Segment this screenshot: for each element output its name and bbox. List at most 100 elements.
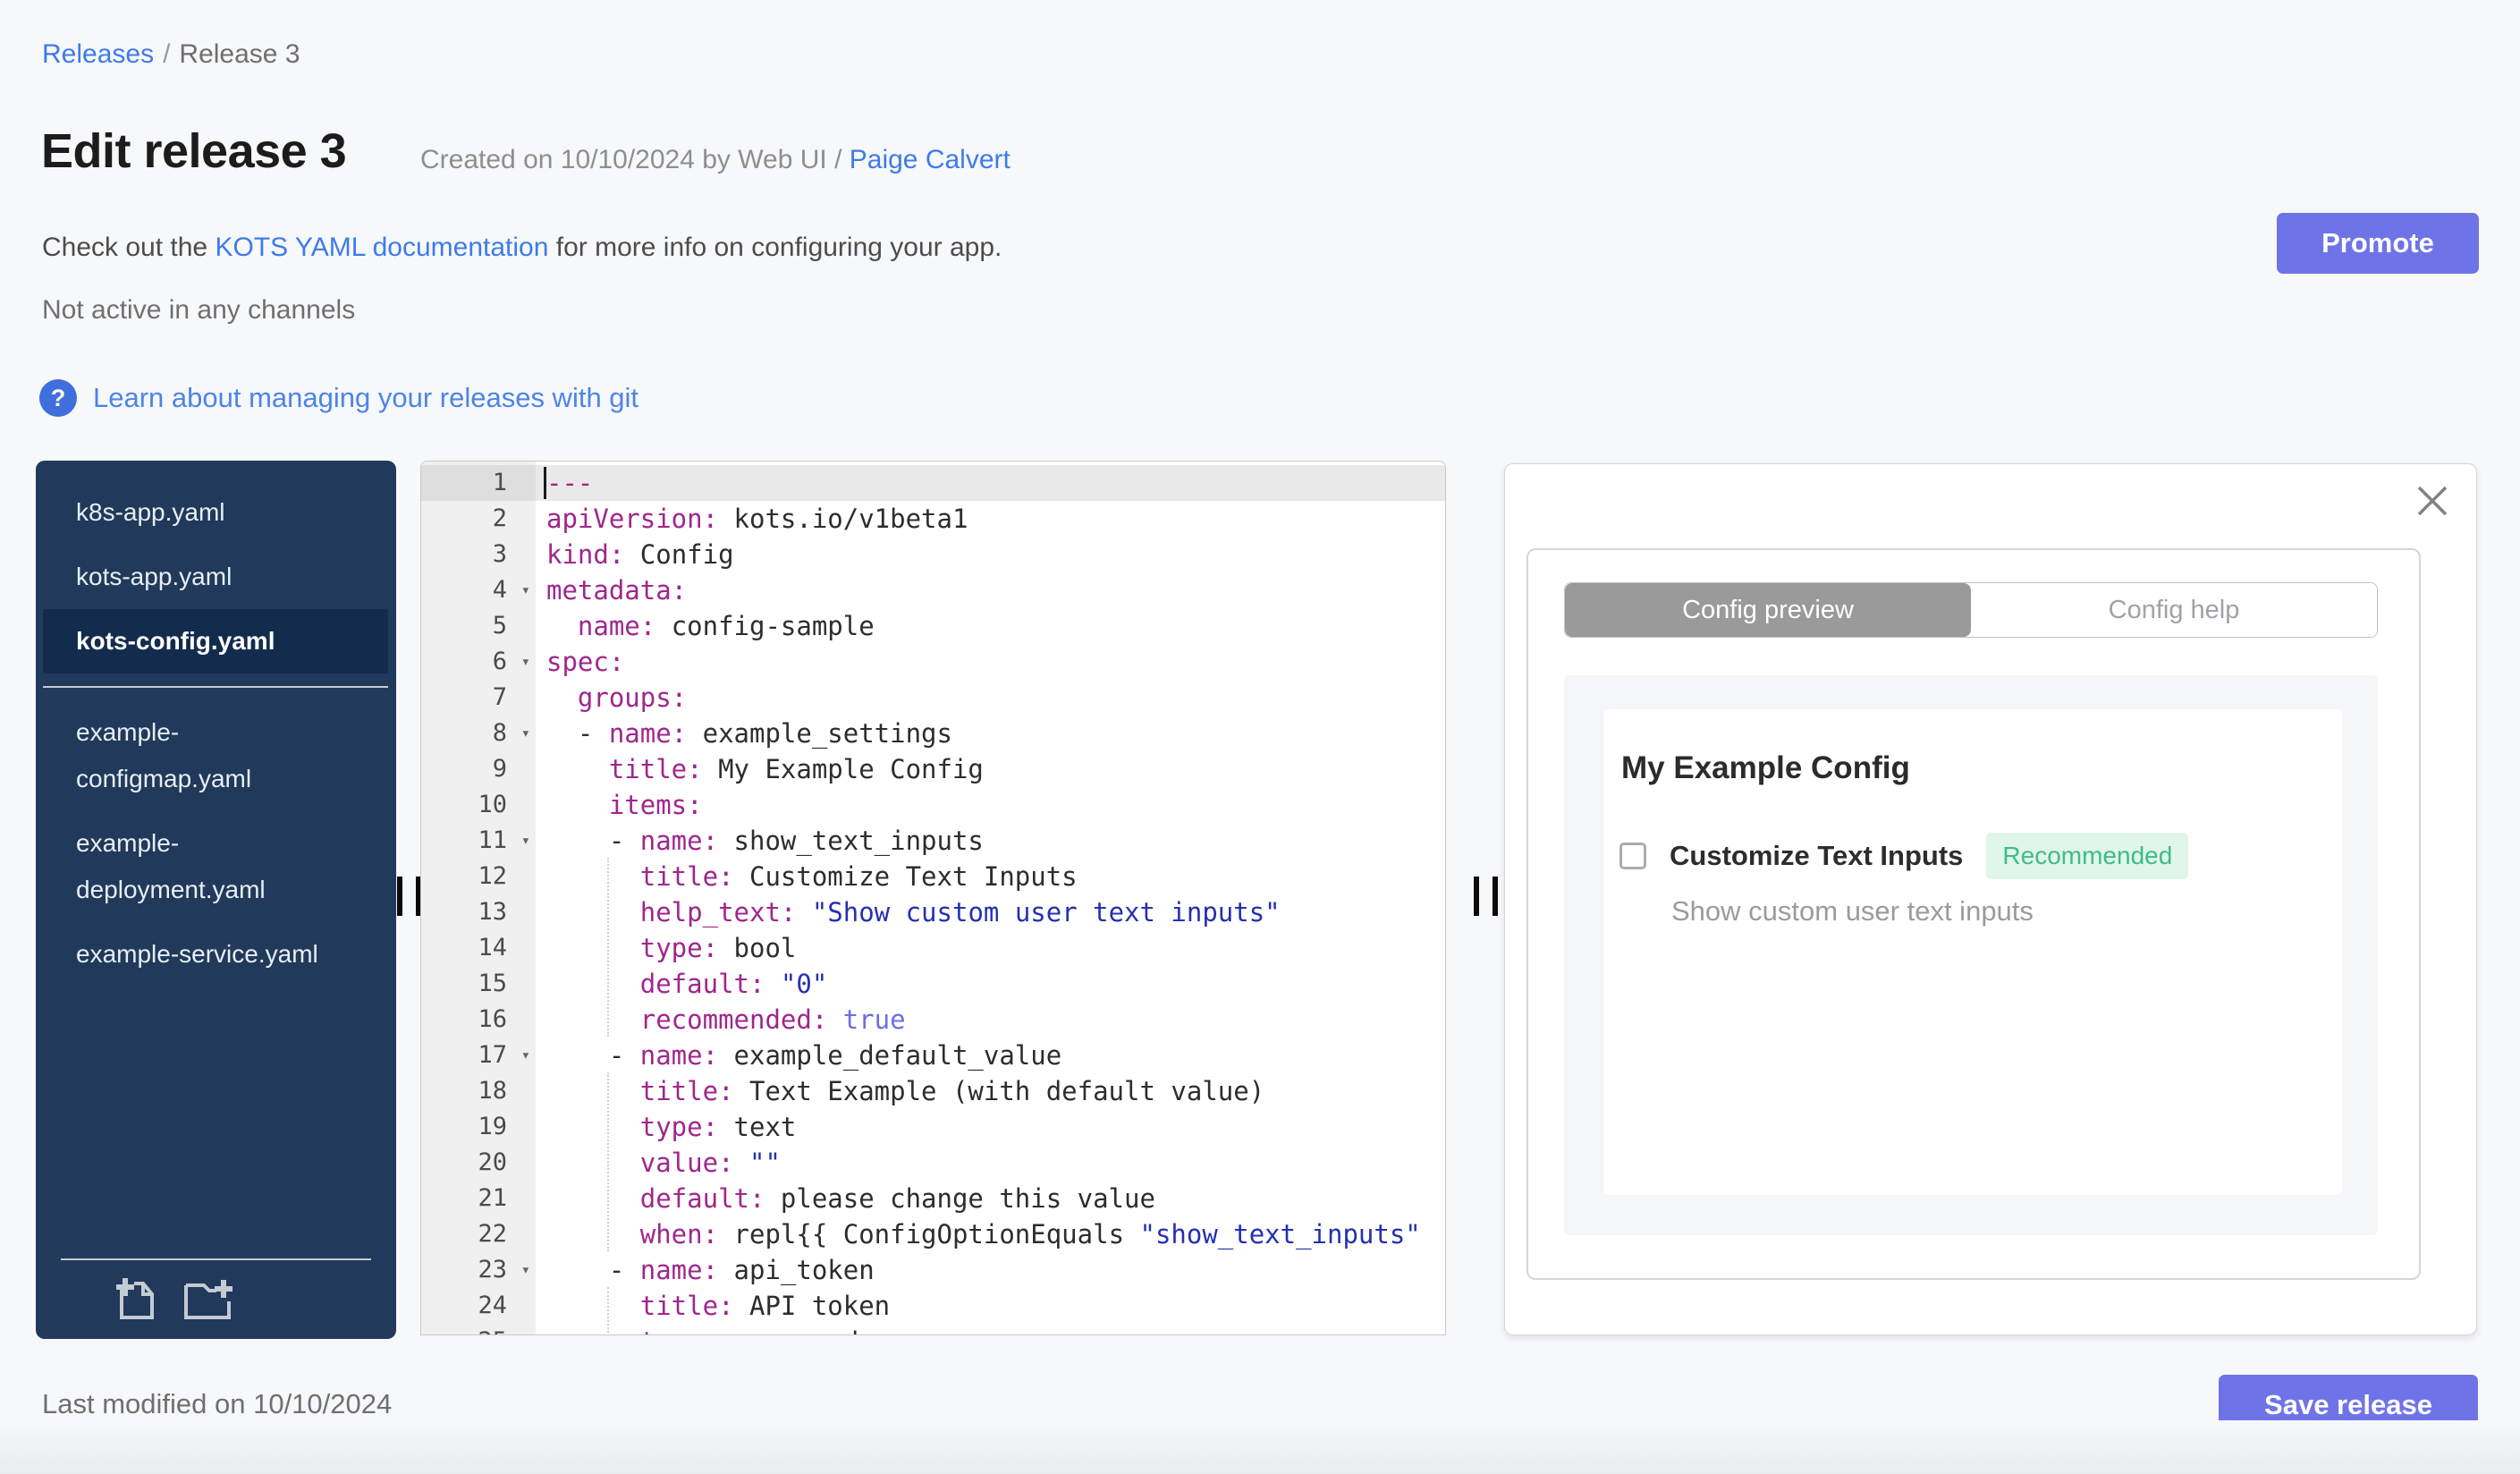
line-number: 1	[421, 465, 536, 501]
code-line-13[interactable]: help_text: "Show custom user text inputs…	[536, 894, 1445, 930]
fold-toggle-icon[interactable]: ▾	[521, 823, 530, 859]
editor-gutter: 1 2 3 4 ▾ 5 6 ▾ 7 8 ▾ 9 10 11 ▾ 12 13 14 15 16 17 ▾ 18 19 20 21 22…	[421, 462, 536, 1334]
code-line-2[interactable]: apiVersion: kots.io/v1beta1	[536, 501, 1445, 537]
code-line-16[interactable]: recommended: true	[536, 1002, 1445, 1038]
code-line-14[interactable]: type: bool	[536, 930, 1445, 966]
config-group-title: My Example Config	[1621, 750, 1910, 785]
pane-resize-handle-left[interactable]	[397, 877, 421, 916]
release-editor-page: Releases / Release 3 Edit release 3 Create…	[0, 0, 2520, 1474]
line-number: 17 ▾	[421, 1038, 536, 1073]
yaml-code-editor[interactable]: 1 2 3 4 ▾ 5 6 ▾ 7 8 ▾ 9 10 11 ▾ 12 13 14 15 16 17 ▾ 18 19 20 21 22…	[420, 461, 1446, 1335]
kots-yaml-docs-link[interactable]: KOTS YAML documentation	[215, 233, 548, 262]
code-line-24[interactable]: title: API token	[536, 1288, 1445, 1324]
code-line-8[interactable]: - name: example_settings	[536, 716, 1445, 751]
breadcrumb-releases-link[interactable]: Releases	[42, 39, 154, 69]
release-meta-text: Created on 10/10/2024 by Web UI /	[420, 145, 850, 174]
line-number: 13	[478, 898, 507, 926]
config-preview-area: My Example Config Customize Text Inputs …	[1564, 675, 2378, 1235]
pane-resize-handle-right[interactable]	[1474, 877, 1498, 916]
config-item-title: Customize Text Inputs	[1670, 840, 1964, 871]
code-line-23[interactable]: - name: api_token	[536, 1252, 1445, 1288]
code-line-1[interactable]: ---	[536, 465, 1445, 501]
line-number: 15	[478, 970, 507, 997]
code-line-6[interactable]: spec:	[536, 644, 1445, 680]
breadcrumb-current: Release 3	[179, 39, 300, 69]
code-line-11[interactable]: - name: show_text_inputs	[536, 823, 1445, 859]
code-line-4[interactable]: metadata:	[536, 572, 1445, 608]
line-number: 12	[478, 862, 507, 890]
gutter-rows: 1 2 3 4 ▾ 5 6 ▾ 7 8 ▾ 9 10 11 ▾ 12 13 14 15 16 17 ▾ 18 19 20 21 22…	[421, 462, 536, 1334]
doc-note-prefix: Check out the	[42, 233, 216, 262]
code-line-7[interactable]: groups:	[536, 680, 1445, 716]
line-number: 19	[478, 1113, 507, 1140]
line-number: 8 ▾	[421, 716, 536, 751]
line-number: 23 ▾	[421, 1252, 536, 1288]
line-number: 2	[492, 504, 507, 532]
file-sidebar: k8s-app.yaml kots-app.yaml kots-config.yam…	[36, 461, 396, 1339]
file-list: k8s-app.yaml kots-app.yaml kots-config.yam…	[36, 480, 396, 987]
new-folder-icon[interactable]	[182, 1275, 236, 1321]
tab-config-help[interactable]: Config help	[1971, 583, 2377, 637]
file-item-k8s-app.yaml[interactable]: k8s-app.yaml	[36, 480, 396, 545]
breadcrumb: Releases / Release 3	[42, 39, 300, 70]
code-line-15[interactable]: default: "0"	[536, 966, 1445, 1002]
file-item-kots-app.yaml[interactable]: kots-app.yaml	[36, 545, 396, 609]
line-number: 24	[478, 1292, 507, 1319]
code-line-3[interactable]: kind: Config	[536, 537, 1445, 572]
line-number: 25	[421, 1324, 536, 1334]
customize-text-inputs-checkbox[interactable]	[1619, 843, 1646, 869]
code-line-19[interactable]: type: text	[536, 1109, 1445, 1145]
code-line-9[interactable]: title: My Example Config	[536, 751, 1445, 787]
code-line-17[interactable]: - name: example_default_value	[536, 1038, 1445, 1073]
line-number: 14	[478, 934, 507, 961]
tab-config-preview[interactable]: Config preview	[1565, 583, 1971, 637]
file-item-example-service.yaml[interactable]: example-service.yaml	[36, 922, 396, 987]
recommended-badge: Recommended	[1986, 833, 2189, 879]
line-number: 10	[478, 791, 507, 818]
release-meta: Created on 10/10/2024 by Web UI / Paige …	[420, 145, 1011, 175]
last-modified-text: Last modified on 10/10/2024	[42, 1388, 393, 1419]
line-number: 11 ▾	[421, 823, 536, 859]
close-icon[interactable]	[2412, 480, 2453, 521]
promote-button[interactable]: Promote	[2277, 213, 2479, 274]
doc-note-suffix: for more info on configuring your app.	[548, 233, 1002, 262]
code-line-5[interactable]: name: config-sample	[536, 608, 1445, 644]
text-cursor	[544, 467, 546, 499]
config-tabs: Config preview Config help	[1564, 582, 2378, 638]
file-item-kots-config.yaml[interactable]: kots-config.yaml	[43, 609, 388, 673]
line-number: 22	[478, 1220, 507, 1248]
fold-toggle-icon[interactable]: ▾	[521, 1252, 530, 1288]
file-list-divider	[43, 686, 388, 688]
file-item-example-deployment.yaml[interactable]: example-deployment.yaml	[36, 811, 396, 922]
line-number: 16	[478, 1005, 507, 1033]
code-line-10[interactable]: items:	[536, 787, 1445, 823]
line-number: 6 ▾	[421, 644, 536, 680]
author-link[interactable]: Paige Calvert	[850, 145, 1011, 174]
line-number: 18	[478, 1077, 507, 1105]
code-line-21[interactable]: default: please change this value	[536, 1181, 1445, 1216]
line-number: 20	[478, 1148, 507, 1176]
config-item-help-text: Show custom user text inputs	[1671, 895, 2034, 927]
fold-toggle-icon[interactable]: ▾	[521, 1038, 530, 1073]
documentation-note: Check out the KOTS YAML documentation fo…	[42, 233, 1002, 263]
file-item-example-configmap.yaml[interactable]: example-configmap.yaml	[36, 700, 396, 811]
git-releases-link[interactable]: Learn about managing your releases with …	[93, 382, 638, 414]
git-releases-help[interactable]: ? Learn about managing your releases wit…	[39, 379, 638, 417]
code-line-25[interactable]: type: password	[536, 1324, 1445, 1334]
code-line-22[interactable]: when: repl{{ ConfigOptionEquals "show_te…	[536, 1216, 1445, 1252]
code-line-12[interactable]: title: Customize Text Inputs	[536, 859, 1445, 894]
sidebar-footer	[36, 1258, 396, 1339]
fold-toggle-icon[interactable]: ▾	[521, 572, 530, 608]
config-preview-panel: Config preview Config help My Example Con…	[1504, 463, 2477, 1335]
new-file-icon[interactable]	[113, 1275, 157, 1321]
page-title: Edit release 3	[41, 124, 347, 178]
file-list-top: k8s-app.yaml kots-app.yaml kots-config.yam…	[36, 480, 396, 673]
code-line-20[interactable]: value: ""	[536, 1145, 1445, 1181]
indent-guide	[607, 1072, 609, 1251]
fold-toggle-icon[interactable]: ▾	[521, 644, 530, 680]
code-line-18[interactable]: title: Text Example (with default value)	[536, 1073, 1445, 1109]
line-number: 7	[492, 683, 507, 711]
line-number: 3	[492, 540, 507, 568]
indent-guide	[607, 1287, 609, 1334]
fold-toggle-icon[interactable]: ▾	[521, 716, 530, 751]
